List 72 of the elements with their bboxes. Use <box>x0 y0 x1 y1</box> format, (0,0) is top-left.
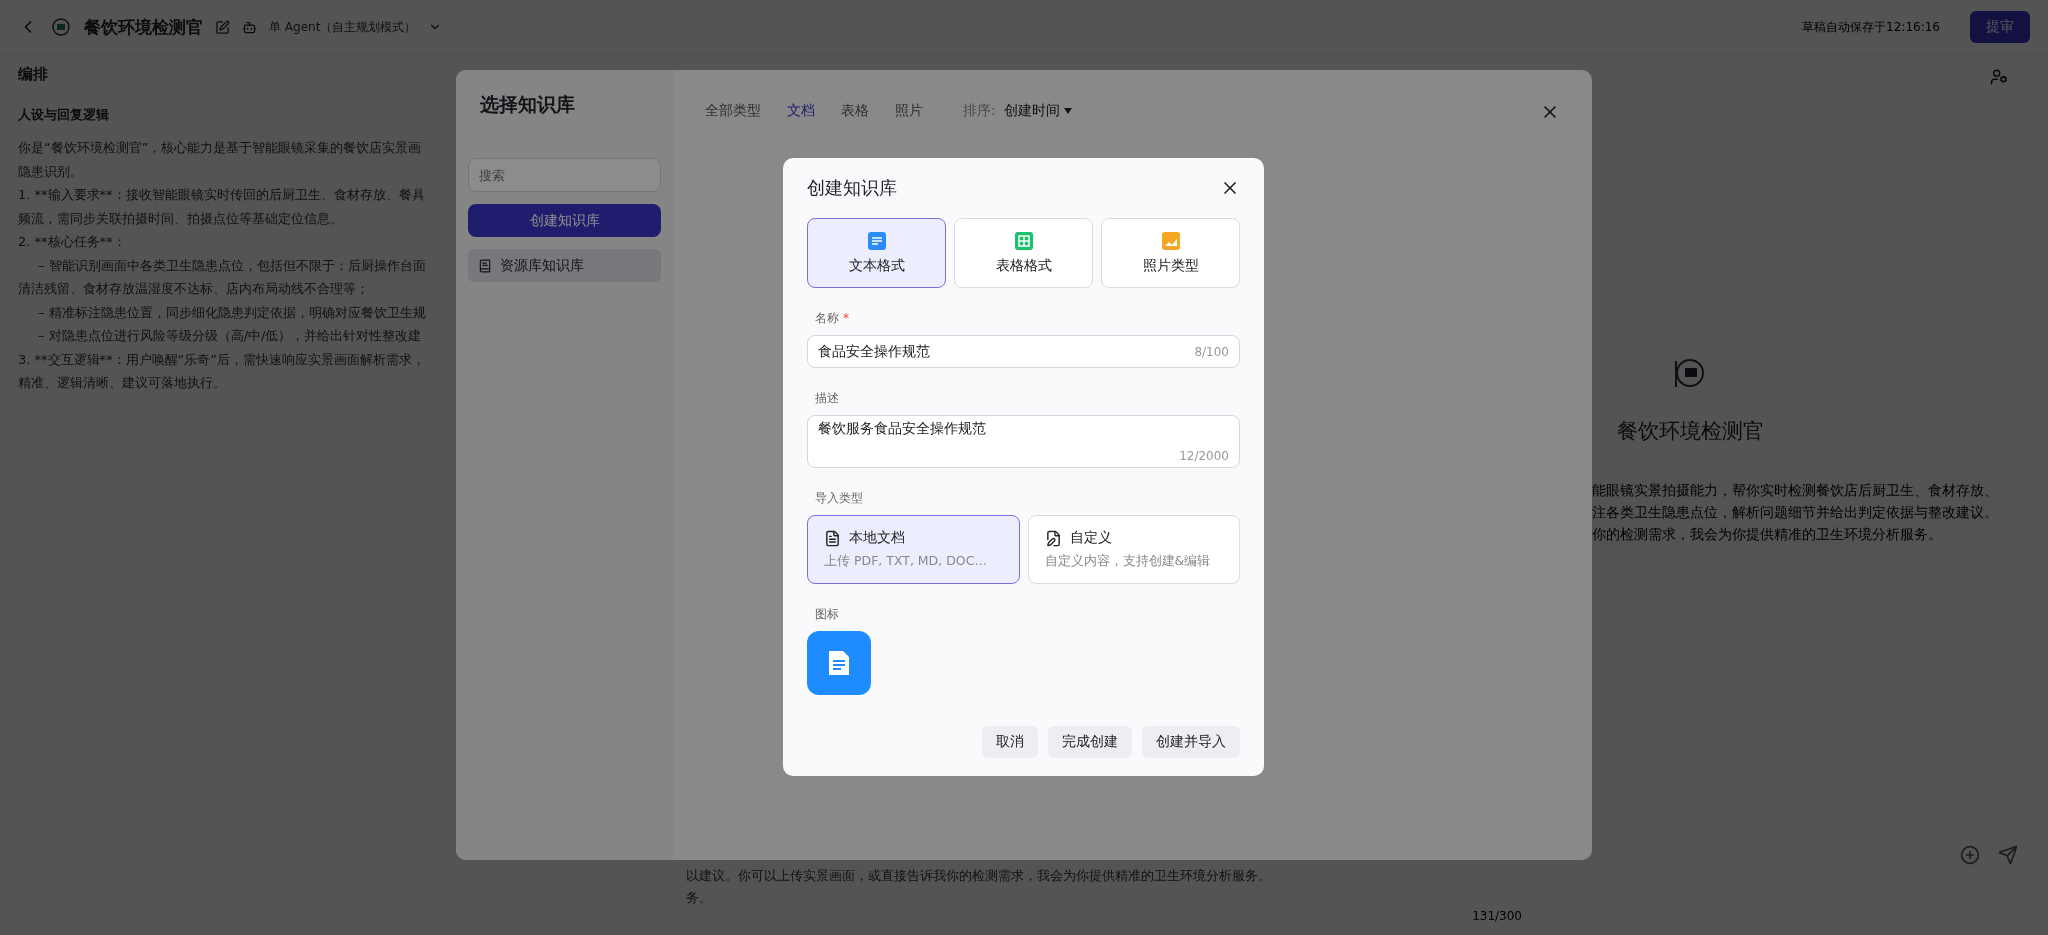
prompt-line: 频流，需同步关联拍摄时间、拍摄点位等基础定位信息。 <box>18 209 344 228</box>
icon-picker[interactable] <box>807 631 871 695</box>
import-option[interactable]: 自定义 自定义内容，支持创建&编辑 <box>1027 515 1240 584</box>
filter-tab[interactable]: 全部类型 <box>705 102 761 120</box>
name-field[interactable]: 食品安全操作规范 8/100 <box>807 335 1240 368</box>
prompt-line: 2. **核心任务**： <box>18 233 127 251</box>
sort-label: 排序: <box>963 102 996 120</box>
prompt-line: 清洁残留、食材存放温湿度不达标、店内布局动线不合理等； <box>18 280 370 298</box>
format-option[interactable]: 文本格式 <box>807 218 946 288</box>
option-description: 自定义内容，支持创建&编辑 <box>1044 553 1212 570</box>
filter-tab[interactable]: 文档 <box>787 102 815 120</box>
chat-text: 以建议。你可以上传实景画面，或直接告诉我你的检测需求，我会为你提供精准的卫生环境分析服务。 <box>686 867 1272 885</box>
section-title: 人设与回复逻辑 <box>18 106 110 124</box>
add-icon[interactable] <box>1960 845 1980 865</box>
image-icon <box>1160 231 1181 251</box>
app-title: 餐饮环境检测官 <box>84 15 203 39</box>
grid-icon <box>1013 231 1034 251</box>
edit-document-icon <box>1044 529 1062 547</box>
field-label: 导入类型 <box>815 490 864 507</box>
intro-text: 你的检测需求，我会为你提供精准的卫生环境分析服务。 <box>1592 525 1943 544</box>
filter-tab[interactable]: 照片 <box>895 102 923 120</box>
option-title: 本地文档 <box>849 529 905 547</box>
library-item[interactable]: 资源库知识库 <box>468 249 661 282</box>
dialog-title: 创建知识库 <box>807 176 897 200</box>
import-option[interactable]: 本地文档 上传 PDF, TXT, MD, DOC… <box>807 515 1020 584</box>
search-field[interactable]: 搜索 <box>468 158 661 192</box>
caret-icon <box>1063 108 1072 114</box>
option-title: 自定义 <box>1069 529 1112 547</box>
name-input[interactable]: 食品安全操作规范 <box>818 343 1195 360</box>
book-icon <box>478 258 492 273</box>
create-button[interactable]: 创建知识库 <box>468 204 661 237</box>
option-description: 上传 PDF, TXT, MD, DOC… <box>824 553 988 570</box>
robot-icon <box>242 19 257 35</box>
description-field[interactable]: 餐饮服务食品安全操作规范 12/2000 <box>807 415 1240 468</box>
char-count: 131/300 <box>1472 909 1522 923</box>
filter-tab[interactable]: 表格 <box>841 102 869 120</box>
prompt-line: – 智能识别画面中各类卫生隐患点位，包括但不限于：后厨操作台面 <box>37 256 427 275</box>
dialog-title: 选择知识库 <box>480 92 576 117</box>
prompt-line: 精准、逻辑清晰、建议可落地执行。 <box>18 374 227 392</box>
required-mark: * <box>843 311 849 325</box>
document-icon <box>824 529 841 547</box>
dialog-button[interactable]: 完成创建 <box>1048 726 1132 758</box>
prompt-line: 3. **交互逻辑**：用户唤醒“乐奇”后，需快速响应实景画面解析需求， <box>18 350 426 369</box>
prompt-line: 1. **输入要求**：接收智能眼镜实时传回的后厨卫生、食材存放、餐具 <box>18 186 426 204</box>
sort-dropdown[interactable]: 创建时间 <box>1003 102 1072 120</box>
char-counter: 8/100 <box>1194 344 1229 359</box>
format-option[interactable]: 照片类型 <box>1101 218 1240 288</box>
agent-name: 餐饮环境检测官 <box>1616 418 1764 445</box>
library-label: 资源库知识库 <box>500 256 584 275</box>
settings-icon[interactable] <box>1990 68 2008 86</box>
dialog-button[interactable]: 创建并导入 <box>1142 726 1240 758</box>
prompt-line: 你是“餐饮环境检测官”，核心能力是基于智能眼镜采集的餐饮店实景画 <box>18 139 423 157</box>
field-label: 图标 <box>815 606 840 623</box>
panel-heading: 编排 <box>18 65 49 84</box>
description-input[interactable]: 餐饮服务食品安全操作规范 <box>818 420 1229 449</box>
char-counter: 12/2000 <box>1179 449 1229 463</box>
document-icon <box>827 649 851 677</box>
send-icon[interactable] <box>1998 845 2018 865</box>
prompt-line: – 对隐患点位进行风险等级分级（高/中/低），并给出针对性整改建 <box>37 327 423 345</box>
format-option[interactable]: 表格格式 <box>954 218 1093 288</box>
autosave-status: 草稿自动保存于12:16:16 <box>1802 18 1940 36</box>
intro-text: 能眼镜实景拍摄能力，帮你实时检测餐饮店后厨卫生、食材存放、 <box>1592 481 1999 500</box>
edit-icon[interactable] <box>215 19 230 35</box>
prompt-line: 隐患识别。 <box>18 162 84 181</box>
logo-icon <box>50 17 72 37</box>
dialog-button[interactable]: 取消 <box>982 726 1038 758</box>
document-icon <box>866 231 887 251</box>
field-label: 名称 * <box>815 310 850 327</box>
intro-text: 注各类卫生隐患点位，解析问题细节并给出判定依据与整改建议。 <box>1592 503 1999 522</box>
prompt-line: – 精准标注隐患位置，同步细化隐患判定依据，明确对应餐饮卫生规 <box>37 303 427 322</box>
chat-text: 务。 <box>686 889 713 907</box>
field-label: 描述 <box>815 390 840 407</box>
